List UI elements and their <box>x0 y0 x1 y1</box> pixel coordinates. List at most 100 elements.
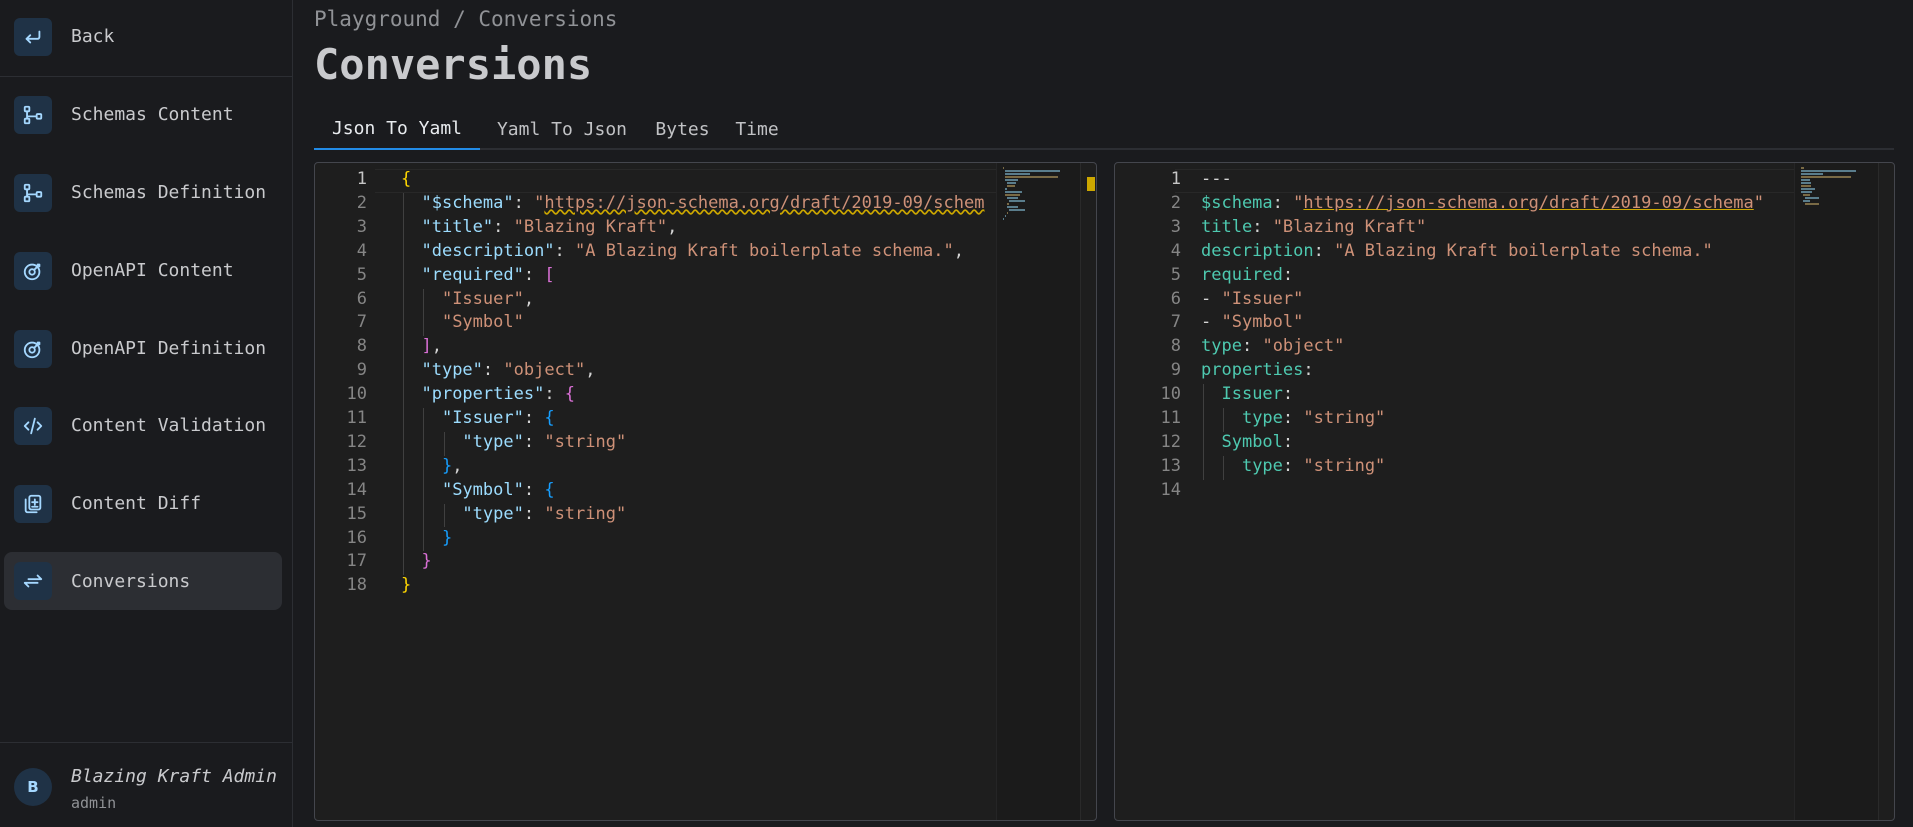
line-number: 5 <box>356 264 367 285</box>
line-number: 10 <box>346 384 367 405</box>
minimap-line <box>1005 173 1030 175</box>
minimap-line <box>1007 203 1009 205</box>
code-line: "type": "string" <box>462 503 627 524</box>
sidebar: Back Schemas Content Schemas Definition … <box>0 0 293 827</box>
sidebar-item-openapi-content[interactable]: OpenAPI Content <box>4 242 282 300</box>
code-line: "type": "string" <box>462 431 627 452</box>
sidebar-item-content-validation[interactable]: Content Validation <box>4 397 282 455</box>
sidebar-item-content-diff[interactable]: Content Diff <box>4 475 282 533</box>
sidebar-item-schemas-definition[interactable]: Schemas Definition <box>4 164 282 222</box>
line-number: 8 <box>1170 336 1181 357</box>
sidebar-item-label: Schemas Definition <box>71 182 267 203</box>
line-number: 11 <box>346 408 367 428</box>
code-icon <box>14 407 52 445</box>
indent-guide <box>1223 455 1225 480</box>
minimap-line <box>1007 212 1008 214</box>
code-line: } <box>401 575 412 596</box>
code-line: Issuer: <box>1221 384 1294 405</box>
minimap-line <box>1005 188 1007 190</box>
tab-bytes[interactable]: Bytes <box>644 108 721 150</box>
user-footer[interactable]: B Blazing Kraft Admin admin <box>0 742 292 827</box>
sidebar-item-openapi-definition[interactable]: OpenAPI Definition <box>4 320 282 378</box>
line-number: 6 <box>1170 288 1181 309</box>
sidebar-item-conversions[interactable]: Conversions <box>4 552 282 610</box>
minimap[interactable] <box>996 163 1080 820</box>
sidebar-item-label: Schemas Content <box>71 104 234 125</box>
minimap-line <box>1801 185 1811 187</box>
tab-json-to-yaml[interactable]: Json To Yaml <box>314 108 480 150</box>
code-line: } <box>421 551 432 572</box>
minimap-line <box>1801 179 1810 181</box>
sidebar-item-label: OpenAPI Definition <box>71 338 267 359</box>
sidebar-item-label: Conversions <box>71 571 191 592</box>
indent-guide <box>423 408 425 552</box>
line-number: 14 <box>1160 479 1181 500</box>
minimap-line <box>1801 188 1815 190</box>
minimap-line <box>1801 170 1856 172</box>
minimap[interactable] <box>1794 163 1878 820</box>
minimap-line <box>1801 173 1823 175</box>
current-line-highlight <box>375 169 996 193</box>
yaml-output-editor[interactable]: 1 2 3 4 5 6 7 8 9 10 11 12 13 14 --- $schema: "https:/… <box>1114 162 1895 821</box>
line-number: 8 <box>356 336 367 357</box>
indent-guide <box>1203 384 1204 480</box>
user-role: admin <box>71 794 117 812</box>
json-input-editor[interactable]: 1 2 3 4 5 6 7 8 9 10 11 12 13 14 15 16 17 18 { "$schema":… <box>314 162 1097 821</box>
openapi-icon <box>14 252 52 290</box>
line-number: 1 <box>1170 169 1181 189</box>
code-line: description: "A Blazing Kraft boilerplat… <box>1201 240 1713 261</box>
indent-guide <box>443 503 445 528</box>
minimap-line <box>1007 197 1018 199</box>
minimap-line <box>1803 200 1810 202</box>
minimap-line <box>1805 197 1819 199</box>
code-line: ], <box>421 336 442 357</box>
code-line: properties: <box>1201 360 1314 381</box>
minimap-line <box>1005 191 1022 193</box>
minimap-line <box>1007 185 1015 187</box>
code-line: "properties": { <box>421 384 576 405</box>
line-number: 9 <box>1170 360 1181 381</box>
sidebar-item-label: Content Diff <box>71 493 202 514</box>
minimap-line <box>1007 206 1018 208</box>
indent-guide <box>443 431 445 456</box>
code-line: { <box>401 169 412 189</box>
line-number: 13 <box>346 455 367 476</box>
line-number: 10 <box>1160 384 1181 405</box>
code-line: "description": "A Blazing Kraft boilerpl… <box>421 240 964 261</box>
sidebar-item-label: Content Validation <box>71 415 267 436</box>
schema-icon <box>14 174 52 212</box>
minimap-line <box>1801 182 1811 184</box>
minimap-line <box>1005 179 1018 181</box>
tab-time[interactable]: Time <box>721 108 793 150</box>
line-number: 1 <box>356 169 367 189</box>
minimap-line <box>1801 191 1812 193</box>
minimap-line <box>1005 194 1020 196</box>
tab-list: Json To Yaml Yaml To Json Bytes Time <box>314 108 1894 150</box>
indent-guide <box>403 192 404 576</box>
code-line: } <box>441 527 453 548</box>
user-name: Blazing Kraft Admin <box>71 766 277 787</box>
code-line: --- <box>1201 169 1232 189</box>
line-number: 3 <box>356 216 367 237</box>
line-number: 4 <box>356 240 367 261</box>
minimap-line <box>1009 200 1025 202</box>
code-line: type: "string" <box>1241 408 1386 428</box>
line-number: 4 <box>1170 240 1181 261</box>
code-line: "title": "Blazing Kraft", <box>421 216 678 237</box>
file-diff-icon <box>14 485 52 523</box>
back-button[interactable]: Back <box>0 0 292 77</box>
line-number: 7 <box>356 312 367 333</box>
warning-marker <box>1087 177 1095 191</box>
line-number: 13 <box>1160 455 1181 476</box>
code-line: $schema: "https://json-schema.org/draft/… <box>1201 192 1764 213</box>
indent-guide <box>423 288 425 337</box>
line-number: 17 <box>346 551 367 572</box>
openapi-icon <box>14 330 52 368</box>
tab-yaml-to-json[interactable]: Yaml To Json <box>480 108 644 150</box>
code-line: - "Issuer" <box>1201 288 1304 309</box>
vertical-scrollbar[interactable] <box>1878 163 1894 820</box>
vertical-scrollbar[interactable] <box>1080 163 1096 820</box>
back-label: Back <box>71 26 115 47</box>
minimap-line <box>1803 194 1810 196</box>
sidebar-item-schemas-content[interactable]: Schemas Content <box>4 86 282 144</box>
